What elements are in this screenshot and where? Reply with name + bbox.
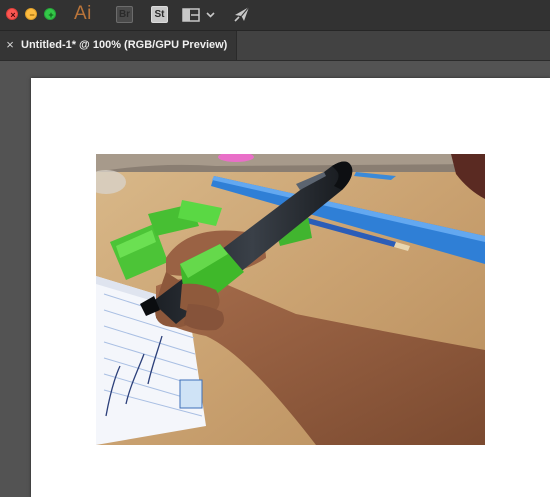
bridge-button[interactable]: Br xyxy=(116,6,133,23)
artboard[interactable] xyxy=(31,78,550,497)
window-close-button[interactable]: × xyxy=(6,8,18,20)
document-tab-title: Untitled-1* @ 100% (RGB/GPU Preview) xyxy=(21,39,228,51)
maximize-icon: + xyxy=(48,10,54,20)
tab-untitled-1[interactable]: × Untitled-1* @ 100% (RGB/GPU Preview) xyxy=(0,31,237,60)
illustrator-logo: Ai xyxy=(74,3,92,24)
placed-photo[interactable] xyxy=(86,152,485,445)
document-tab-bar: × Untitled-1* @ 100% (RGB/GPU Preview) xyxy=(0,31,550,61)
share-button[interactable] xyxy=(233,5,251,23)
window-minimize-button[interactable]: − xyxy=(25,8,37,20)
photo-hand-with-stylus-grip xyxy=(86,152,485,445)
minimize-icon: − xyxy=(29,10,35,20)
close-icon: × xyxy=(10,10,16,20)
layout-grid-icon xyxy=(182,8,215,22)
window-maximize-button[interactable]: + xyxy=(44,8,56,20)
arrange-documents-button[interactable] xyxy=(182,6,220,24)
application-bar: × − + Ai Br St xyxy=(0,0,550,31)
adobe-stock-button[interactable]: St xyxy=(151,6,168,23)
chevron-down-icon xyxy=(206,12,215,18)
close-tab-icon[interactable]: × xyxy=(4,38,16,52)
send-paper-plane-icon xyxy=(234,6,250,22)
canvas-workspace[interactable] xyxy=(0,61,550,497)
